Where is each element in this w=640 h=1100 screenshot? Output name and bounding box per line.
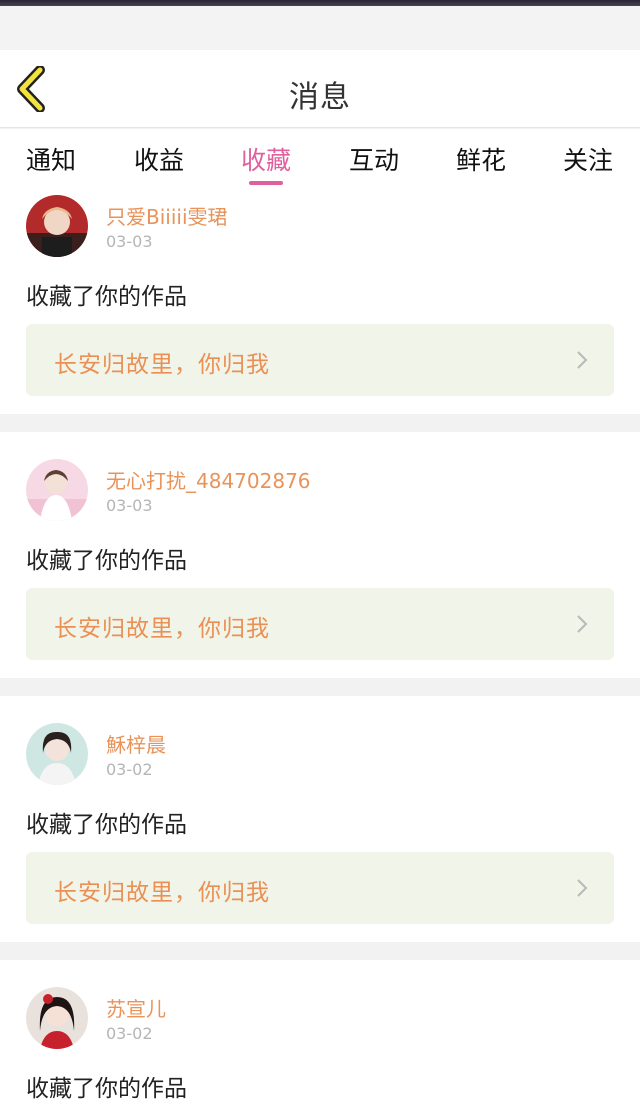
work-link[interactable]: 长安归故里，你归我 bbox=[26, 588, 614, 660]
tab-bar: 通知 收益 收藏 互动 鲜花 关注 bbox=[0, 129, 640, 185]
avatar[interactable] bbox=[26, 459, 88, 521]
timestamp: 03-02 bbox=[106, 760, 153, 779]
timestamp: 03-03 bbox=[106, 232, 153, 251]
chevron-right-icon bbox=[577, 615, 588, 633]
user-avatar-image bbox=[26, 459, 88, 521]
status-bar-area bbox=[0, 6, 640, 50]
app-header: 消息 bbox=[0, 50, 640, 128]
username[interactable]: 只爱Biiiii雯珺 bbox=[106, 201, 228, 230]
user-avatar-image bbox=[26, 723, 88, 785]
user-avatar-image bbox=[26, 987, 88, 1049]
work-link[interactable]: 长安归故里，你归我 bbox=[26, 324, 614, 396]
tab-favorites-label: 收藏 bbox=[240, 146, 291, 175]
timestamp: 03-03 bbox=[106, 496, 153, 515]
list-item: 穌梓晨 03-02 收藏了你的作品 长安归故里，你归我 bbox=[0, 696, 640, 942]
action-text: 收藏了你的作品 bbox=[26, 1076, 187, 1100]
action-text: 收藏了你的作品 bbox=[26, 284, 187, 310]
user-avatar-image bbox=[26, 195, 88, 257]
action-text: 收藏了你的作品 bbox=[26, 548, 187, 574]
username[interactable]: 无心打扰_484702876 bbox=[106, 465, 311, 494]
work-title: 长安归故里，你归我 bbox=[54, 880, 270, 906]
tab-following[interactable]: 关注 bbox=[548, 141, 628, 185]
chevron-right-icon bbox=[577, 351, 588, 369]
work-link[interactable]: 长安归故里，你归我 bbox=[26, 852, 614, 924]
avatar[interactable] bbox=[26, 987, 88, 1049]
avatar[interactable] bbox=[26, 195, 88, 257]
list-item: 无心打扰_484702876 03-03 收藏了你的作品 长安归故里，你归我 bbox=[0, 432, 640, 678]
username[interactable]: 苏宣儿 bbox=[106, 993, 166, 1022]
chevron-right-icon bbox=[577, 879, 588, 897]
tab-favorites[interactable]: 收藏 bbox=[226, 141, 306, 185]
tab-interactions[interactable]: 互动 bbox=[334, 141, 414, 185]
list-item: 只爱Biiiii雯珺 03-03 收藏了你的作品 长安归故里，你归我 bbox=[0, 185, 640, 414]
action-text: 收藏了你的作品 bbox=[26, 812, 187, 838]
work-title: 长安归故里，你归我 bbox=[54, 352, 270, 378]
tab-earnings[interactable]: 收益 bbox=[119, 141, 199, 185]
timestamp: 03-02 bbox=[106, 1024, 153, 1043]
username[interactable]: 穌梓晨 bbox=[106, 729, 166, 758]
list-item: 苏宣儿 03-02 收藏了你的作品 bbox=[0, 960, 640, 1100]
work-title: 长安归故里，你归我 bbox=[54, 616, 270, 642]
tab-notifications[interactable]: 通知 bbox=[11, 141, 91, 185]
tab-flowers[interactable]: 鲜花 bbox=[441, 141, 521, 185]
avatar[interactable] bbox=[26, 723, 88, 785]
page-title: 消息 bbox=[289, 80, 351, 115]
